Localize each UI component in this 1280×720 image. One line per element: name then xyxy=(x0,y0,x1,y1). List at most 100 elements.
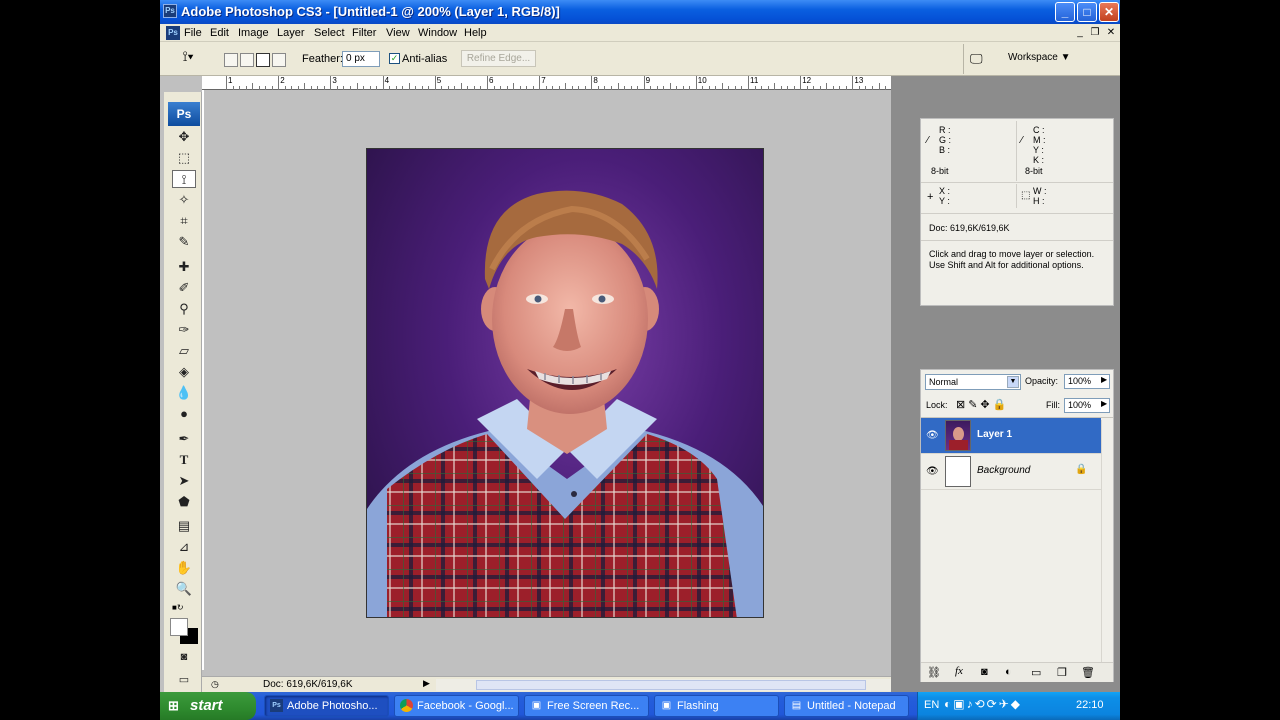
toolbox: Ps ✥ ⬚ ⟟ ✧ ⌗ ✎ ✚ ✐ ⚲ ✑ ▱ ◈ 💧 ● ✒ T ➤ ⬟ ▤… xyxy=(164,92,202,692)
brush-tool[interactable]: ✐ xyxy=(172,279,196,297)
hand-tool[interactable]: ✋ xyxy=(172,559,196,577)
default-colors-icon[interactable]: ■↻ xyxy=(172,603,184,612)
screen-mode-icon[interactable]: ▭ xyxy=(172,671,196,689)
eye-icon[interactable]: 👁 xyxy=(926,466,939,477)
move-tool[interactable]: ✥ xyxy=(172,128,196,146)
tray-icons[interactable]: ◐▣♪⟲⟳✈◆ xyxy=(944,697,1022,711)
minimize-button[interactable]: _ xyxy=(1055,2,1075,22)
pen-tool[interactable]: ✒ xyxy=(172,430,196,448)
fill-arrow-icon[interactable]: ▶ xyxy=(1101,399,1107,408)
layer-1-photo[interactable] xyxy=(366,148,764,618)
feather-input[interactable]: 0 px xyxy=(342,51,380,67)
task-facebook[interactable]: Facebook - Googl... xyxy=(394,695,519,717)
start-button[interactable]: ⊞ start xyxy=(160,692,256,720)
workspace-menu[interactable]: Workspace ▼ xyxy=(1008,52,1071,63)
menu-help[interactable]: Help xyxy=(464,27,487,39)
layer-row-background[interactable]: 👁 Background 🔒 xyxy=(921,454,1101,490)
menu-edit[interactable]: Edit xyxy=(210,27,229,39)
new-group-icon[interactable]: ▭ xyxy=(1031,666,1041,679)
eraser-tool[interactable]: ▱ xyxy=(172,342,196,360)
ruler-label: 11 xyxy=(750,76,759,85)
magic-wand-tool[interactable]: ✧ xyxy=(172,191,196,209)
blur-tool[interactable]: 💧 xyxy=(172,384,196,402)
ruler-label: 12 xyxy=(802,76,812,85)
zoom-tool[interactable]: 🔍 xyxy=(172,580,196,598)
lock-options-icons[interactable]: ⊠✎✥🔒 xyxy=(956,398,1009,411)
clone-stamp-tool[interactable]: ⚲ xyxy=(172,300,196,318)
dodge-tool[interactable]: ● xyxy=(172,405,196,423)
slice-tool[interactable]: ✎ xyxy=(172,233,196,251)
title-bar[interactable]: Ps Adobe Photoshop CS3 - [Untitled-1 @ 2… xyxy=(160,0,1120,24)
task-photoshop[interactable]: Ps Adobe Photosho... xyxy=(264,695,389,717)
task-label: Adobe Photosho... xyxy=(287,700,378,712)
info-y-coord-label: Y : xyxy=(939,196,950,206)
menu-view[interactable]: View xyxy=(386,27,410,39)
doc-restore-button[interactable]: ❐ xyxy=(1089,27,1101,38)
zoom-icon[interactable]: ◷ xyxy=(211,679,219,690)
healing-brush-tool[interactable]: ✚ xyxy=(172,258,196,276)
delete-layer-icon[interactable]: 🗑 xyxy=(1081,666,1095,679)
crop-tool[interactable]: ⌗ xyxy=(172,212,196,230)
polygonal-lasso-tool[interactable]: ⟟ xyxy=(172,170,196,188)
task-screen-recorder[interactable]: ▣ Free Screen Rec... xyxy=(524,695,649,717)
background-name: Background xyxy=(977,465,1031,476)
chrome-icon xyxy=(400,699,413,712)
horizontal-scroll-thumb[interactable] xyxy=(476,680,866,690)
menu-select[interactable]: Select xyxy=(314,27,345,39)
eyedropper-tool[interactable]: ⊿ xyxy=(172,538,196,556)
opacity-arrow-icon[interactable]: ▶ xyxy=(1101,375,1107,384)
layer-style-icon[interactable]: fx xyxy=(955,665,963,677)
adjustment-layer-icon[interactable]: ◐ xyxy=(1005,666,1012,678)
blend-mode-select[interactable]: Normal ▼ xyxy=(925,374,1021,390)
toolbox-logo[interactable]: Ps xyxy=(168,102,200,126)
layer-row-layer-1[interactable]: 👁 Layer 1 xyxy=(921,418,1101,454)
photoshop-menu-icon[interactable]: Ps xyxy=(166,26,180,40)
history-brush-tool[interactable]: ✑ xyxy=(172,321,196,339)
lock-label: Lock: xyxy=(926,400,948,410)
type-tool[interactable]: T xyxy=(172,451,196,469)
info-divider xyxy=(1016,121,1017,181)
layer-mask-icon[interactable]: ◙ xyxy=(981,666,988,678)
close-button[interactable]: ✕ xyxy=(1099,2,1119,22)
refine-edge-button[interactable]: Refine Edge... xyxy=(461,50,536,67)
ruler-label: 3 xyxy=(332,76,337,85)
language-indicator[interactable]: EN xyxy=(924,699,939,711)
maximize-button[interactable]: □ xyxy=(1077,2,1097,22)
antialias-checkbox[interactable]: ✓ xyxy=(389,53,400,64)
task-notepad[interactable]: ▤ Untitled - Notepad xyxy=(784,695,909,717)
bridge-icon[interactable]: 🖵 xyxy=(970,51,990,67)
quick-mask-icon[interactable]: ◙ xyxy=(172,648,196,666)
layers-panel: Normal ▼ Opacity: 100% ▶ Lock: ⊠✎✥🔒 Fill… xyxy=(920,369,1114,682)
task-flashing[interactable]: ▣ Flashing xyxy=(654,695,779,717)
marquee-tool[interactable]: ⬚ xyxy=(172,149,196,167)
path-selection-tool[interactable]: ➤ xyxy=(172,472,196,490)
menu-window[interactable]: Window xyxy=(418,27,457,39)
recorder-icon: ▣ xyxy=(531,700,542,711)
task-label: Facebook - Googl... xyxy=(417,700,514,712)
menu-image[interactable]: Image xyxy=(238,27,269,39)
layers-scrollbar[interactable] xyxy=(1101,420,1113,662)
eye-icon[interactable]: 👁 xyxy=(926,430,939,441)
menu-filter[interactable]: Filter xyxy=(352,27,376,39)
chevron-down-icon[interactable]: ▼ xyxy=(1007,376,1019,388)
foreground-color-swatch[interactable] xyxy=(170,618,188,636)
doc-close-button[interactable]: ✕ xyxy=(1105,27,1117,38)
intersect-selection-icon[interactable] xyxy=(272,53,286,67)
add-selection-icon[interactable] xyxy=(240,53,254,67)
status-menu-arrow-icon[interactable]: ▶ xyxy=(423,678,430,689)
new-selection-icon[interactable] xyxy=(224,53,238,67)
notes-tool[interactable]: ▤ xyxy=(172,517,196,535)
lasso-preset-icon[interactable]: ⟟▾ xyxy=(176,48,200,68)
doc-minimize-button[interactable]: _ xyxy=(1074,27,1086,38)
paint-bucket-tool[interactable]: ◈ xyxy=(172,363,196,381)
ruler-label: 5 xyxy=(436,76,442,85)
link-layers-icon[interactable]: ⛓ xyxy=(927,666,941,679)
shape-tool[interactable]: ⬟ xyxy=(172,493,196,511)
new-layer-icon[interactable]: ❐ xyxy=(1057,666,1067,679)
options-divider xyxy=(963,44,964,74)
subtract-selection-icon[interactable] xyxy=(256,53,270,67)
menu-file[interactable]: File xyxy=(184,27,202,39)
vertical-ruler xyxy=(202,90,204,670)
info-doc-size: Doc: 619,6K/619,6K xyxy=(929,223,1010,233)
menu-layer[interactable]: Layer xyxy=(277,27,305,39)
